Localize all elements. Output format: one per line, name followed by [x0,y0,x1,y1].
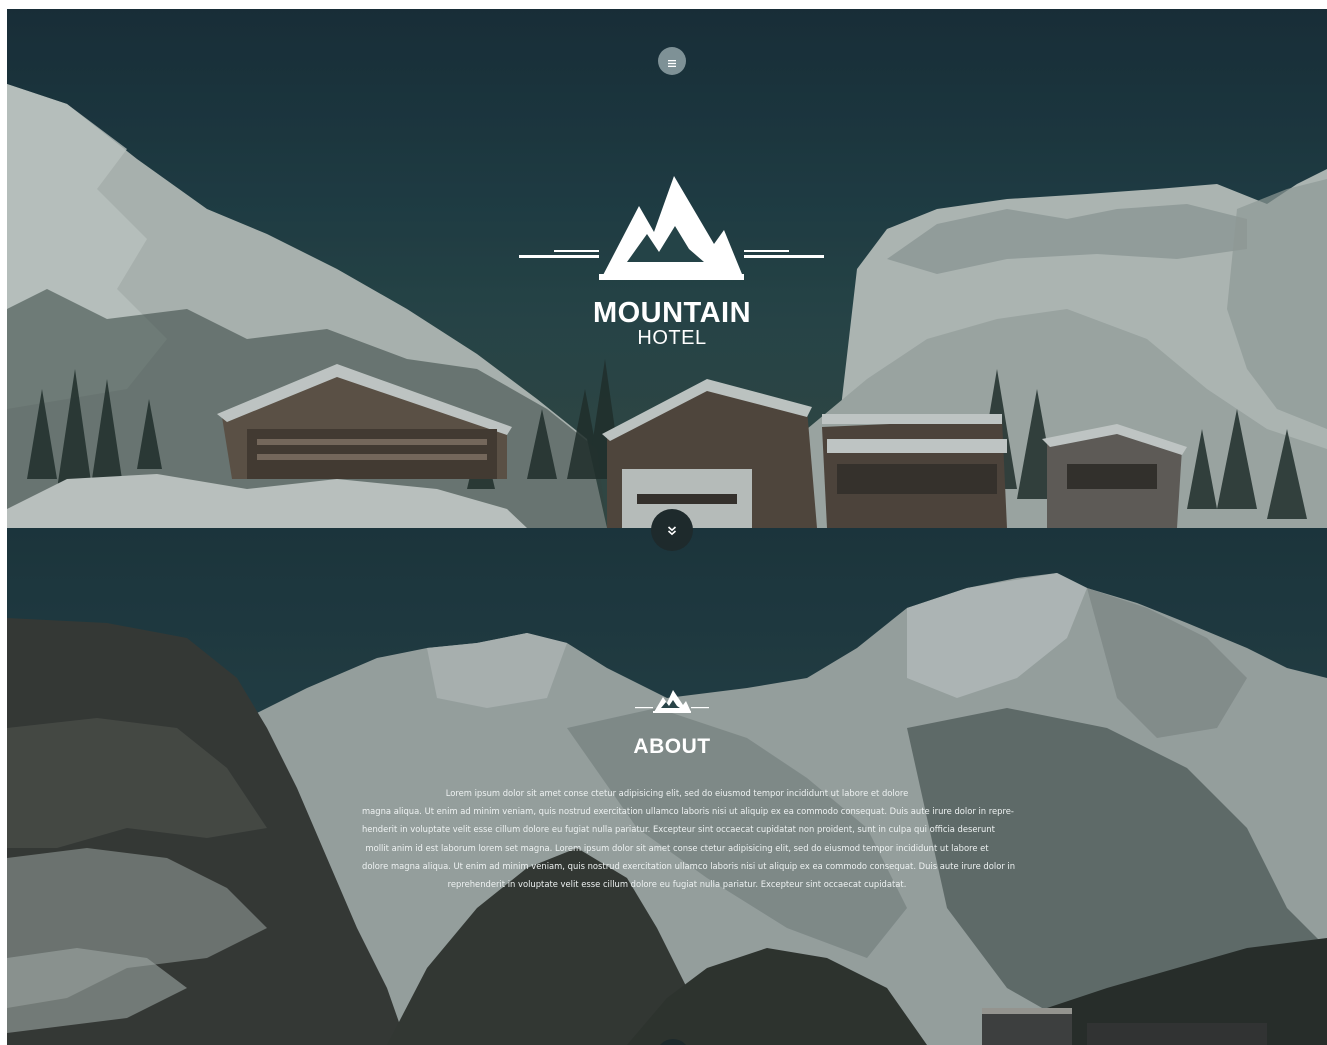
double-chevron-down-icon [667,521,677,540]
about-line: henderit in voluptate velit esse cillum … [362,824,995,835]
about-section: ABOUT Lorem ipsum dolor sit amet conse c… [7,528,1327,1045]
about-line: Lorem ipsum dolor sit amet conse ctetur … [445,788,909,798]
page: MOUNTAIN HOTEL ABOUT Lorem ipsum dolor s… [7,9,1327,1045]
logo-subtitle: HOTEL [637,327,707,349]
hero-section: MOUNTAIN HOTEL [7,9,1327,528]
hamburger-icon [668,52,676,71]
about-line: reprehenderit in voluptate velit esse ci… [447,879,907,890]
logo-title: MOUNTAIN [592,297,752,329]
about-line: dolore magna aliqua. Ut enim ad minim ve… [362,860,1016,871]
menu-button[interactable] [658,47,686,75]
about-title: ABOUT [633,735,711,758]
about-paragraph: Lorem ipsum dolor sit amet conse ctetur … [362,784,1016,893]
about-line: magna aliqua. Ut enim ad minim veniam, q… [362,806,1014,817]
scroll-down-button[interactable] [651,509,693,551]
about-line: mollit anim id est laborum lorem set mag… [365,842,989,853]
mountain-small-icon [635,690,709,713]
